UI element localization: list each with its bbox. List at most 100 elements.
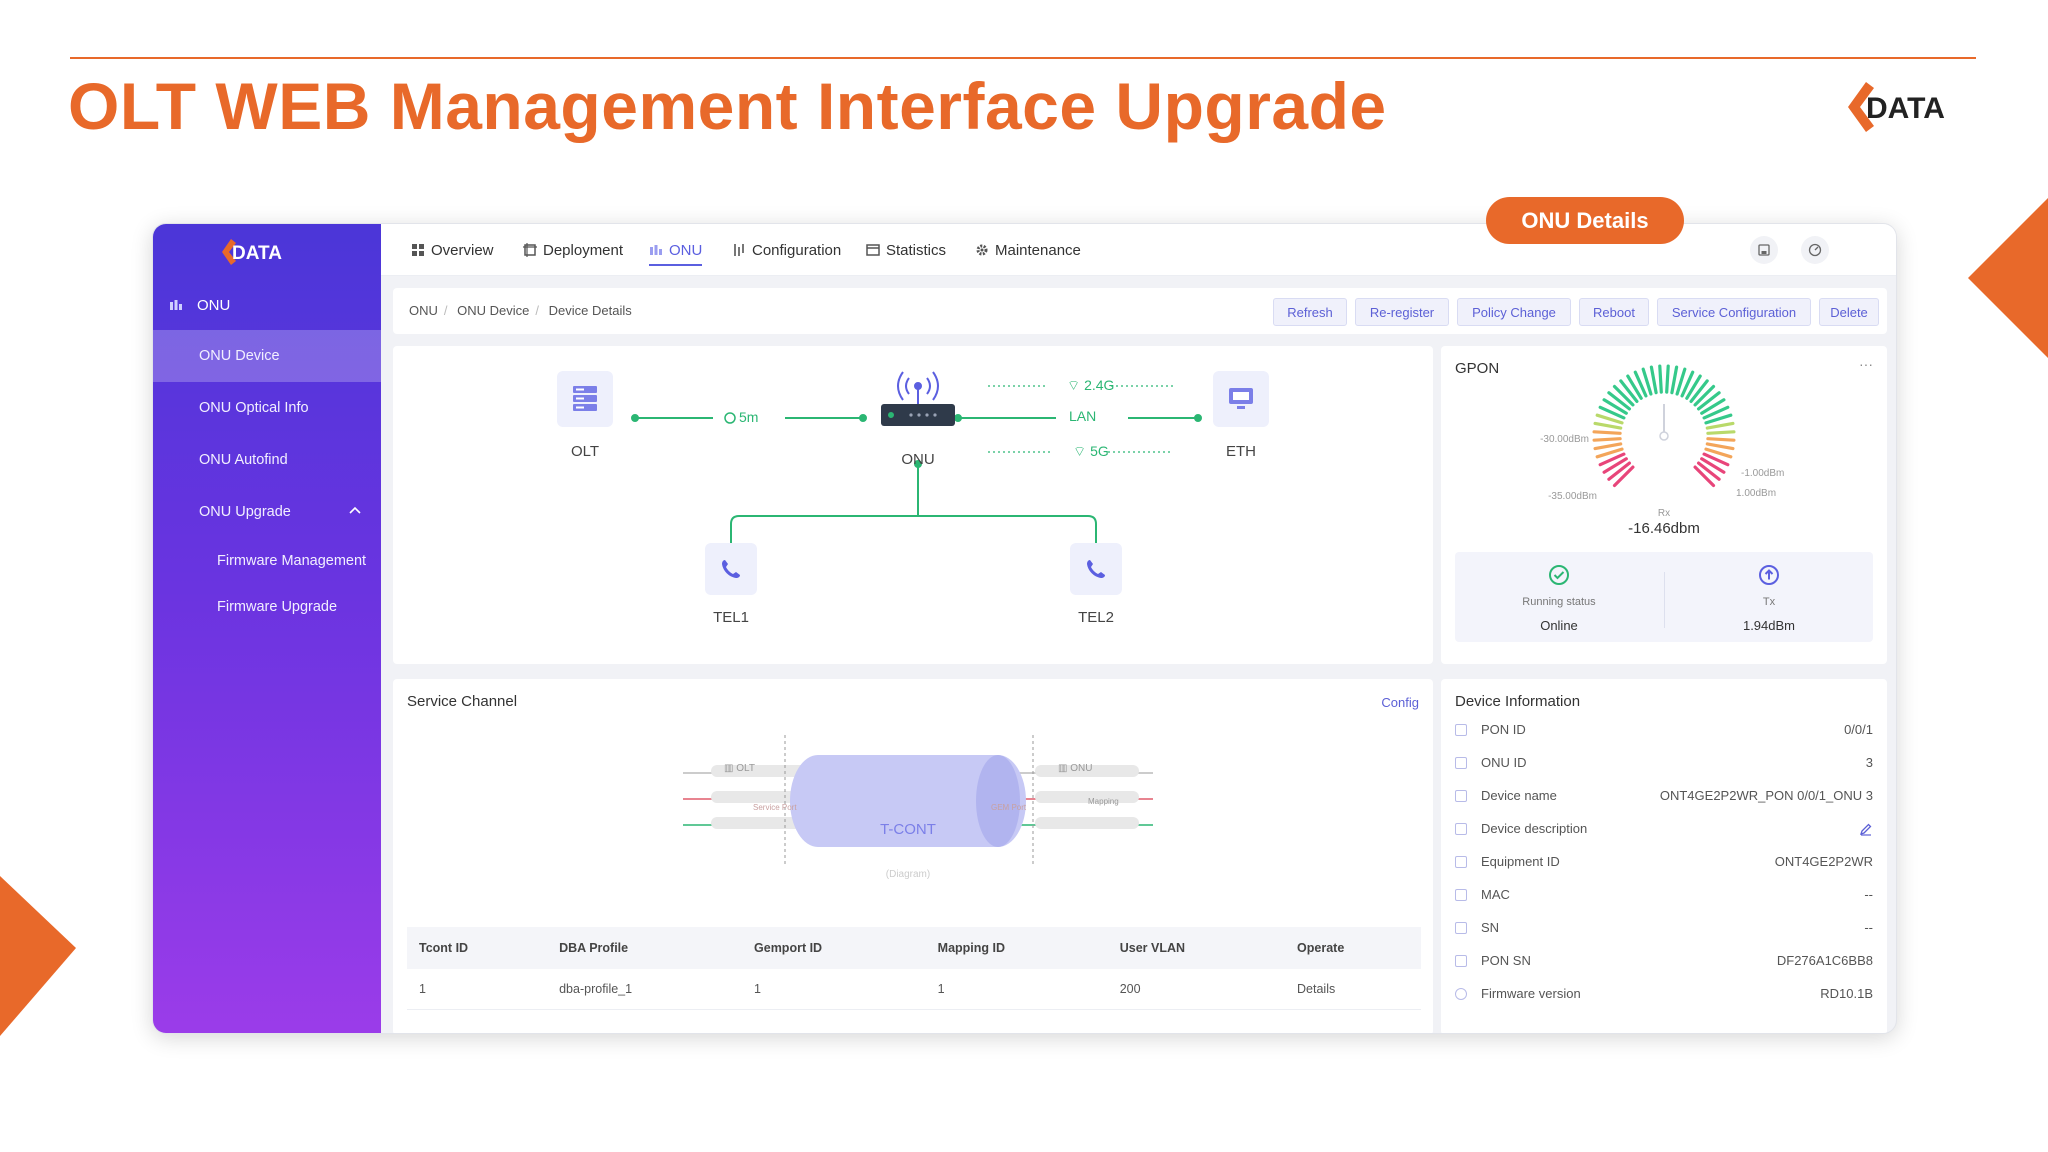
cell-dba-profile: dba-profile_1 <box>547 969 743 1010</box>
sidebar-logo-text: DATA <box>232 243 282 264</box>
diagram-onu-text: ONU <box>1070 763 1093 774</box>
info-value: 0/0/1 <box>1844 722 1873 737</box>
info-icon <box>1455 756 1467 769</box>
details-link[interactable]: Details <box>1285 969 1421 1010</box>
tab-maintenance[interactable]: Maintenance <box>975 224 1081 276</box>
info-value: DF276A1C6BB8 <box>1776 953 1873 968</box>
sidebar-item-label: ONU Device <box>199 348 280 364</box>
info-value: -- <box>1864 920 1873 935</box>
sidebar-item-onu-device[interactable]: ONU Device <box>153 330 381 382</box>
info-icon <box>1455 954 1467 967</box>
column-header-gemport-id: Gemport ID <box>742 927 926 969</box>
sidebar-subitem-firmware-management[interactable]: Firmware Management <box>153 538 381 584</box>
help-icon-button[interactable] <box>1801 236 1829 264</box>
tab-overview[interactable]: Overview <box>411 224 494 276</box>
gauge-tick <box>1689 379 1709 404</box>
edit-icon[interactable] <box>1859 822 1873 836</box>
sidebar-logo[interactable]: DATA <box>153 224 381 280</box>
wifi5-text: 5G <box>1090 443 1109 459</box>
cell-gemport-id: 1 <box>742 969 926 1010</box>
info-icon <box>1455 888 1467 901</box>
sidebar-group-label: ONU <box>197 296 231 314</box>
info-label: PON SN <box>1481 953 1531 968</box>
info-label: Device description <box>1481 821 1588 836</box>
decor-triangle-right <box>1968 198 2048 358</box>
sidebar-subitem-firmware-upgrade[interactable]: Firmware Upgrade <box>153 584 381 630</box>
tx-value: 1.94dBm <box>1742 618 1796 633</box>
tab-deployment[interactable]: Deployment <box>523 224 623 276</box>
info-row-pon-sn: PON SN DF276A1C6BB8 <box>1455 944 1873 977</box>
gauge-tick <box>1649 365 1658 395</box>
phone-icon <box>1087 560 1105 578</box>
gauge-tick <box>1658 364 1663 394</box>
tab-label: ONU <box>669 241 703 259</box>
reboot-button[interactable]: Reboot <box>1579 298 1649 326</box>
tel2-node[interactable] <box>1070 543 1122 595</box>
tab-label: Configuration <box>752 241 842 259</box>
diagram-caption: (Diagram) <box>885 869 931 880</box>
running-status-label: Running status <box>1522 596 1596 608</box>
olt-node[interactable] <box>557 371 613 427</box>
distance-label: 5m <box>739 409 759 425</box>
info-label: Firmware version <box>1481 986 1581 1001</box>
wifi24-label: ⌔ 2.4G <box>1067 377 1114 395</box>
breadcrumb-item-onu-device[interactable]: ONU Device <box>457 303 529 318</box>
device-info-card: Device Information PON ID 0/0/1 ONU ID 3 D… <box>1441 679 1887 1033</box>
wifi-icon: ⌔ <box>1073 443 1091 459</box>
gauge-tick <box>1612 465 1635 488</box>
gauge-tick <box>1612 384 1635 407</box>
save-icon <box>1758 244 1770 256</box>
breadcrumb-item-onu[interactable]: ONU <box>409 303 438 318</box>
save-icon-button[interactable] <box>1750 236 1778 264</box>
cell-mapping-id: 1 <box>925 969 1108 1010</box>
diagram-onu-label: ▥ ONU <box>1058 763 1093 774</box>
decor-triangle-left <box>0 876 76 1036</box>
stats-icon <box>866 244 880 256</box>
info-label: SN <box>1481 920 1500 935</box>
sidebar-group-onu[interactable]: ONU <box>153 280 381 330</box>
tel1-node[interactable] <box>705 543 757 595</box>
gear-icon <box>976 244 988 256</box>
tab-onu[interactable]: ONU <box>649 224 703 276</box>
re-register-button[interactable]: Re-register <box>1355 298 1449 326</box>
column-header-mapping-id: Mapping ID <box>925 927 1108 969</box>
gauge-tick <box>1693 384 1716 407</box>
tab-configuration[interactable]: Configuration <box>732 224 841 276</box>
gauge-tick <box>1665 364 1670 394</box>
info-value: ONT4GE2P2WR_PON 0/0/1_ONU 3 <box>1659 788 1873 803</box>
sidebar: DATA ONU ONU Device ONU Optical Info ONU… <box>153 224 381 1033</box>
sidebar-subitem-label: Firmware Upgrade <box>217 599 338 615</box>
eth-node[interactable] <box>1213 371 1269 427</box>
app-window: DATA ONU ONU Device ONU Optical Info ONU… <box>152 223 1897 1034</box>
refresh-button[interactable]: Refresh <box>1273 298 1347 326</box>
gauge-tick <box>1607 461 1631 481</box>
sidebar-item-onu-upgrade[interactable]: ONU Upgrade <box>153 486 381 538</box>
info-value: 3 <box>1865 755 1873 770</box>
tab-label: Statistics <box>886 241 947 259</box>
tab-statistics[interactable]: Statistics <box>866 224 946 276</box>
gauge-tick <box>1593 442 1623 451</box>
column-header-dba-profile: DBA Profile <box>547 927 743 969</box>
gauge-scale-label: -1.00dBm <box>1741 468 1785 479</box>
info-label: Device name <box>1481 788 1557 803</box>
slide: OLT WEB Management Interface Upgrade DAT… <box>0 0 2048 1152</box>
sidebar-item-label: ONU Optical Info <box>199 400 309 416</box>
info-label: MAC <box>1481 887 1510 902</box>
sidebar-item-onu-autofind[interactable]: ONU Autofind <box>153 434 381 486</box>
config-link[interactable]: Config <box>1381 695 1419 710</box>
tel2-label: TEL2 <box>1078 609 1114 626</box>
info-label: Equipment ID <box>1481 854 1560 869</box>
info-value: RD10.1B <box>1820 986 1873 1001</box>
cell-tcont-id: 1 <box>407 969 548 1010</box>
table-row: 1 dba-profile_1 1 1 200 Details <box>407 969 1421 1010</box>
info-row-device-name: Device name ONT4GE2P2WR_PON 0/0/1_ONU 3 <box>1455 779 1873 812</box>
service-configuration-button[interactable]: Service Configuration <box>1657 298 1811 326</box>
breadcrumb-item-device-details: Device Details <box>548 303 632 318</box>
gauge-tick <box>1697 461 1721 481</box>
policy-change-button[interactable]: Policy Change <box>1457 298 1571 326</box>
service-channel-title: Service Channel <box>407 693 518 710</box>
deploy-icon <box>523 243 537 257</box>
sidebar-item-onu-optical-info[interactable]: ONU Optical Info <box>153 382 381 434</box>
delete-button[interactable]: Delete <box>1819 298 1879 326</box>
gauge-tick <box>1670 365 1679 395</box>
